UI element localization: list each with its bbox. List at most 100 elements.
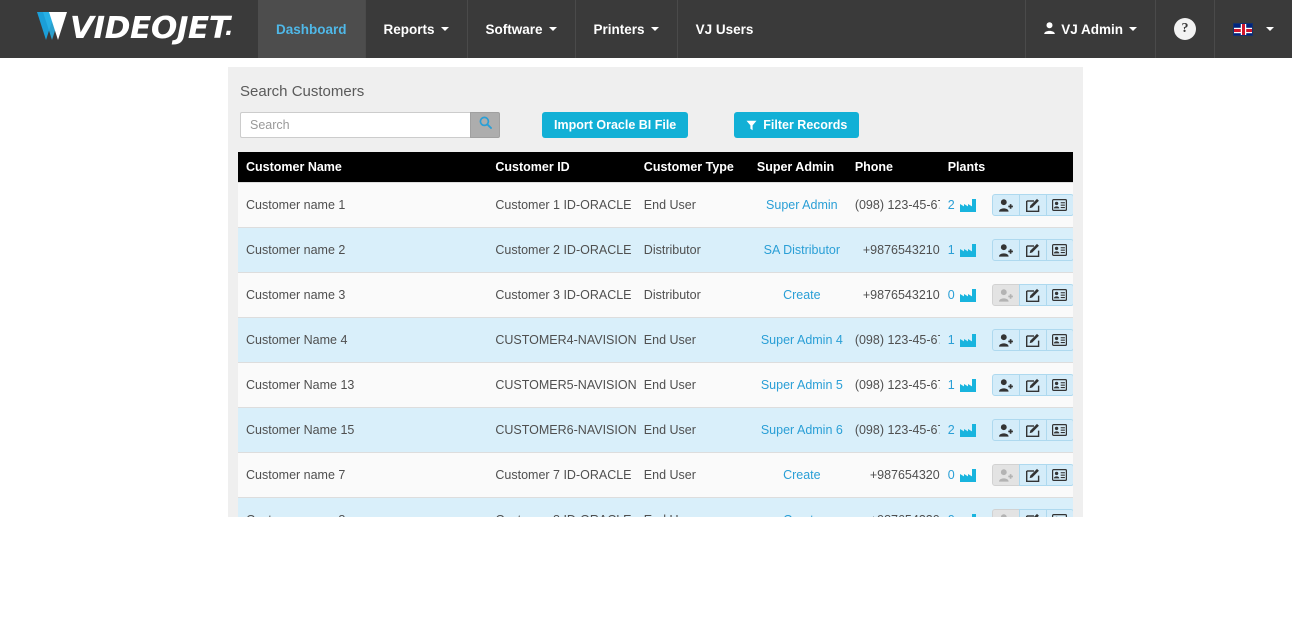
help-button[interactable]: ? [1155,0,1214,58]
table-header-row: Customer Name Customer ID Customer Type … [238,152,1073,183]
add-user-button[interactable] [991,194,1020,216]
table-row[interactable]: Customer name 3 Customer 3 ID-ORACLE Distr… [238,272,1073,318]
super-admin-link[interactable]: Super Admin [766,198,838,212]
edit-button[interactable] [1018,284,1047,306]
add-user-button [991,509,1020,517]
plants-count[interactable]: 2 [948,198,955,212]
table-row[interactable]: Customer Name 13 CUSTOMER5-NAVISION End Us… [238,362,1073,408]
plants-count[interactable]: 2 [948,423,955,437]
factory-icon[interactable] [959,198,976,212]
add-user-button[interactable] [991,419,1020,441]
factory-icon[interactable] [959,468,976,482]
column-header-plants[interactable]: Plants [939,152,1073,183]
brand-logo[interactable]: VIDEOJET . [0,0,258,58]
factory-icon[interactable] [959,243,976,257]
add-user-button[interactable] [991,374,1020,396]
question-mark-icon: ? [1174,18,1196,40]
nav-item-reports-label: Reports [383,21,435,37]
import-oracle-bi-file-button[interactable]: Import Oracle BI File [542,112,689,138]
cell-phone: (098) 123-45-67 [846,182,940,228]
details-button[interactable] [1045,509,1073,517]
table-row[interactable]: Customer name 7 Customer 7 ID-ORACLE End U… [238,452,1073,498]
edit-button[interactable] [1018,194,1047,216]
super-admin-link[interactable]: SA Distributor [764,243,840,257]
edit-button[interactable] [1018,374,1047,396]
funnel-icon [746,120,757,131]
nav-item-software[interactable]: Software [466,0,575,58]
add-user-button[interactable] [991,239,1020,261]
search-button[interactable] [470,112,500,138]
nav-item-printers[interactable]: Printers [574,0,677,58]
table-body: Customer name 1 Customer 1 ID-ORACLE End U… [238,182,1073,517]
plants-count[interactable]: 0 [948,468,955,482]
details-button[interactable] [1045,419,1073,441]
factory-icon[interactable] [959,288,976,302]
factory-icon[interactable] [960,513,976,517]
cell-customer-name: Customer name 2 [238,227,488,273]
cell-customer-type: Distributor [635,227,749,273]
filter-records-button[interactable]: Filter Records [734,112,860,138]
factory-icon[interactable] [959,378,976,392]
column-header-phone[interactable]: Phone [846,152,940,183]
factory-icon[interactable] [959,333,976,347]
plants-count[interactable]: 1 [948,333,955,347]
table-row[interactable]: Customer name 2 Customer 2 ID-ORACLE Distr… [238,227,1073,273]
language-selector[interactable] [1214,0,1292,58]
add-user-button[interactable] [991,329,1020,351]
user-menu-label: VJ Admin [1061,21,1123,37]
table-row[interactable]: Customer name 8Customer 8 ID-ORACLEEnd U… [238,497,1073,517]
cell-customer-type: End User [635,452,749,498]
details-button[interactable] [1045,284,1073,306]
chevron-down-icon [1129,27,1137,31]
details-button[interactable] [1045,374,1073,396]
details-button[interactable] [1045,194,1073,216]
super-admin-link[interactable]: Super Admin 6 [761,423,843,437]
cell-super-admin: Create [748,452,847,498]
edit-button[interactable] [1018,509,1047,517]
super-admin-link[interactable]: Create [783,468,821,482]
cell-phone: (098) 123-45-67 [846,407,940,453]
table-header: Customer Name Customer ID Customer Type … [238,152,1073,183]
column-header-customer-name[interactable]: Customer Name [238,152,488,183]
nav-item-software-label: Software [485,21,543,37]
table-row[interactable]: Customer Name 4 CUSTOMER4-NAVISION End Use… [238,317,1073,363]
super-admin-link[interactable]: Create [783,513,821,517]
details-button[interactable] [1045,464,1073,486]
plants-count[interactable]: 0 [948,513,955,517]
table-row[interactable]: Customer name 1 Customer 1 ID-ORACLE End U… [238,182,1073,228]
plants-count[interactable]: 0 [948,288,955,302]
edit-button[interactable] [1018,419,1047,441]
super-admin-link[interactable]: Create [783,288,821,302]
cell-customer-name: Customer Name 4 [238,317,488,363]
factory-icon[interactable] [959,423,976,437]
super-admin-link[interactable]: Super Admin 5 [761,378,843,392]
nav-item-reports[interactable]: Reports [364,0,467,58]
edit-button[interactable] [1018,329,1047,351]
help-glyph: ? [1181,21,1189,36]
chevron-down-icon [548,27,557,31]
cell-customer-id: CUSTOMER6-NAVISION [487,407,636,453]
edit-button[interactable] [1018,239,1047,261]
details-button[interactable] [1045,239,1073,261]
super-admin-link[interactable]: Super Admin 4 [761,333,843,347]
nav-item-printers-label: Printers [593,21,645,37]
column-header-customer-type[interactable]: Customer Type [635,152,749,183]
edit-button[interactable] [1018,464,1047,486]
nav-item-dashboard[interactable]: Dashboard [258,0,365,58]
add-user-button [991,284,1020,306]
row-action-group [991,464,1073,486]
cell-customer-id: CUSTOMER5-NAVISION [487,362,636,408]
nav-item-vj-users[interactable]: VJ Users [676,0,772,58]
search-input[interactable] [240,112,470,138]
table-row[interactable]: Customer Name 15 CUSTOMER6-NAVISION End Us… [238,407,1073,453]
user-menu[interactable]: VJ Admin [1025,0,1155,58]
customers-table: Customer Name Customer ID Customer Type … [238,152,1073,517]
plants-count[interactable]: 1 [948,243,955,257]
cell-customer-type: End User [635,497,749,517]
cell-plants: 1 [939,317,1073,363]
cell-phone: +987654320 [846,452,940,498]
plants-count[interactable]: 1 [948,378,955,392]
details-button[interactable] [1045,329,1073,351]
column-header-super-admin[interactable]: Super Admin [748,152,847,183]
column-header-customer-id[interactable]: Customer ID [487,152,636,183]
